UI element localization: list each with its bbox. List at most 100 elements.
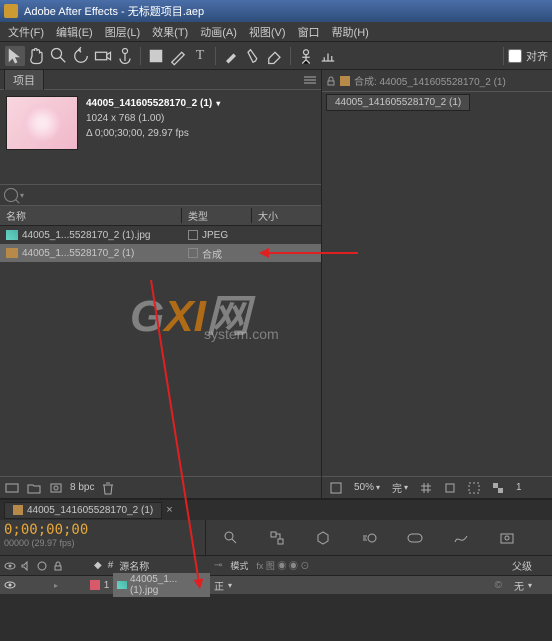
- titlebar: Adobe After Effects - 无标题项目.aep: [0, 0, 552, 22]
- list-item[interactable]: 44005_1...5528170_2 (1) 合成: [0, 244, 321, 262]
- window-title: Adobe After Effects - 无标题项目.aep: [24, 3, 204, 19]
- layer-visibility-toggle[interactable]: [4, 579, 16, 591]
- panel-menu-icon[interactable]: [303, 75, 317, 85]
- snapshot-icon[interactable]: [498, 530, 516, 546]
- camera-count[interactable]: 1: [512, 482, 526, 493]
- text-tool[interactable]: T: [190, 46, 210, 66]
- current-timecode[interactable]: 0;00;00;00: [4, 522, 201, 538]
- composition-title: 合成: 44005_141605528170_2 (1): [354, 73, 506, 88]
- layer-color-icon[interactable]: [90, 580, 100, 590]
- clone-tool[interactable]: [243, 46, 263, 66]
- type-color-icon: [188, 230, 198, 240]
- mode-label[interactable]: 模式: [230, 559, 248, 572]
- motion-blur-icon[interactable]: [360, 530, 378, 546]
- transparency-button[interactable]: [488, 482, 508, 494]
- align-checkbox[interactable]: [508, 49, 522, 63]
- mask-button[interactable]: [440, 482, 460, 494]
- viewer-footer: 50%▾ 完▾ 1: [322, 476, 552, 498]
- project-panel: 项目 44005_141605528170_2 (1) 1024 x 768 (…: [0, 70, 322, 498]
- menu-effect[interactable]: 效果(T): [146, 22, 194, 42]
- camera-tool[interactable]: [93, 46, 113, 66]
- label-column-icon[interactable]: ◆: [94, 560, 102, 571]
- layer-index: 1: [104, 580, 110, 591]
- col-name[interactable]: 名称: [0, 208, 182, 223]
- align-label: 对齐: [526, 48, 548, 64]
- type-color-icon: [188, 248, 198, 258]
- graph-editor-icon[interactable]: [452, 530, 470, 546]
- draft-toggle[interactable]: [326, 482, 346, 494]
- menu-window[interactable]: 窗口: [292, 22, 326, 42]
- timeline-panel: 44005_141605528170_2 (1) × 0;00;00;00 00…: [0, 498, 552, 641]
- solo-column-icon[interactable]: [36, 560, 48, 572]
- timeline-layer-row[interactable]: ▸ 1 44005_1... (1).jpg 正 ▾ © 无 ▾: [0, 576, 552, 594]
- menu-layer[interactable]: 图层(L): [99, 22, 146, 42]
- menu-animation[interactable]: 动画(A): [194, 22, 243, 42]
- draft3d-icon[interactable]: [314, 530, 332, 546]
- menu-view[interactable]: 视图(V): [243, 22, 292, 42]
- col-type[interactable]: 类型: [182, 208, 252, 223]
- project-list[interactable]: 44005_1...5528170_2 (1).jpg JPEG 44005_1…: [0, 226, 321, 476]
- zoom-level[interactable]: 50%▾: [350, 482, 384, 493]
- parent-dropdown[interactable]: 无: [514, 578, 524, 593]
- brain-icon[interactable]: [406, 530, 424, 546]
- pen-tool[interactable]: [168, 46, 188, 66]
- layer-name[interactable]: 44005_1... (1).jpg: [113, 573, 210, 597]
- search-layers-icon[interactable]: [222, 530, 240, 546]
- menu-edit[interactable]: 编辑(E): [50, 22, 99, 42]
- frame-display: 00000 (29.97 fps): [4, 538, 201, 548]
- rect-tool[interactable]: [146, 46, 166, 66]
- grid-button[interactable]: [416, 482, 436, 494]
- menubar: 文件(F) 编辑(E) 图层(L) 效果(T) 动画(A) 视图(V) 窗口 帮…: [0, 22, 552, 42]
- timeline-tab[interactable]: 44005_141605528170_2 (1): [4, 502, 162, 519]
- hand-tool[interactable]: [27, 46, 47, 66]
- search-icon[interactable]: [4, 188, 18, 202]
- menu-file[interactable]: 文件(F): [2, 22, 50, 42]
- composition-panel: 合成: 44005_141605528170_2 (1) 44005_14160…: [322, 70, 552, 498]
- region-button[interactable]: [464, 482, 484, 494]
- menu-help[interactable]: 帮助(H): [326, 22, 375, 42]
- project-tab[interactable]: 项目: [4, 69, 44, 90]
- anchor-tool[interactable]: [115, 46, 135, 66]
- search-dropdown-icon[interactable]: ▾: [20, 191, 24, 200]
- list-item[interactable]: 44005_1...5528170_2 (1).jpg JPEG: [0, 226, 321, 244]
- item-duration: Δ 0;00;30;00, 29.97 fps: [86, 126, 189, 141]
- puppet-tool[interactable]: [296, 46, 316, 66]
- bpc-label[interactable]: 8 bpc: [70, 482, 94, 493]
- composition-header: 合成: 44005_141605528170_2 (1): [322, 70, 552, 92]
- composition-viewer[interactable]: [322, 112, 552, 476]
- comp-color-icon: [340, 76, 350, 86]
- trash-button[interactable]: [100, 481, 116, 495]
- visibility-column-icon[interactable]: [4, 560, 16, 572]
- zoom-tool[interactable]: [49, 46, 69, 66]
- app-icon: [4, 4, 18, 18]
- comp-mini-flow-icon[interactable]: [268, 530, 286, 546]
- blend-mode-dropdown[interactable]: 正: [214, 578, 224, 593]
- composition-tab[interactable]: 44005_141605528170_2 (1): [326, 94, 470, 111]
- item-metadata: 44005_141605528170_2 (1) 1024 x 768 (1.0…: [86, 96, 220, 150]
- item-dimensions: 1024 x 768 (1.00): [86, 111, 220, 126]
- new-comp-button[interactable]: [48, 481, 64, 495]
- new-folder-button[interactable]: [26, 481, 42, 495]
- selection-tool[interactable]: [5, 46, 25, 66]
- toolbar: T 对齐: [0, 42, 552, 70]
- source-name-label[interactable]: 源名称: [119, 558, 149, 573]
- graph-tool[interactable]: [318, 46, 338, 66]
- item-thumbnail[interactable]: [6, 96, 78, 150]
- comp-color-icon: [13, 505, 23, 515]
- image-layer-icon: [117, 581, 127, 589]
- rotate-tool[interactable]: [71, 46, 91, 66]
- audio-column-icon[interactable]: [20, 560, 32, 572]
- expand-layer-icon[interactable]: ▸: [54, 581, 58, 590]
- lock-column-icon[interactable]: [52, 560, 64, 572]
- eraser-tool[interactable]: [265, 46, 285, 66]
- close-tab-icon[interactable]: ×: [166, 504, 172, 516]
- lock-icon[interactable]: [326, 76, 336, 86]
- resolution-dropdown[interactable]: 完▾: [388, 480, 412, 495]
- col-size[interactable]: 大小: [252, 208, 321, 223]
- interpret-button[interactable]: [4, 481, 20, 495]
- timeline-columns: ◆ # 源名称 ⊸ 模式 fx 图 ◉ ◉ ⊙ 父级: [0, 556, 552, 576]
- item-name: 44005_141605528170_2 (1): [86, 96, 220, 111]
- project-panel-footer: 8 bpc: [0, 476, 321, 498]
- brush-tool[interactable]: [221, 46, 241, 66]
- parent-label[interactable]: 父级: [512, 558, 532, 573]
